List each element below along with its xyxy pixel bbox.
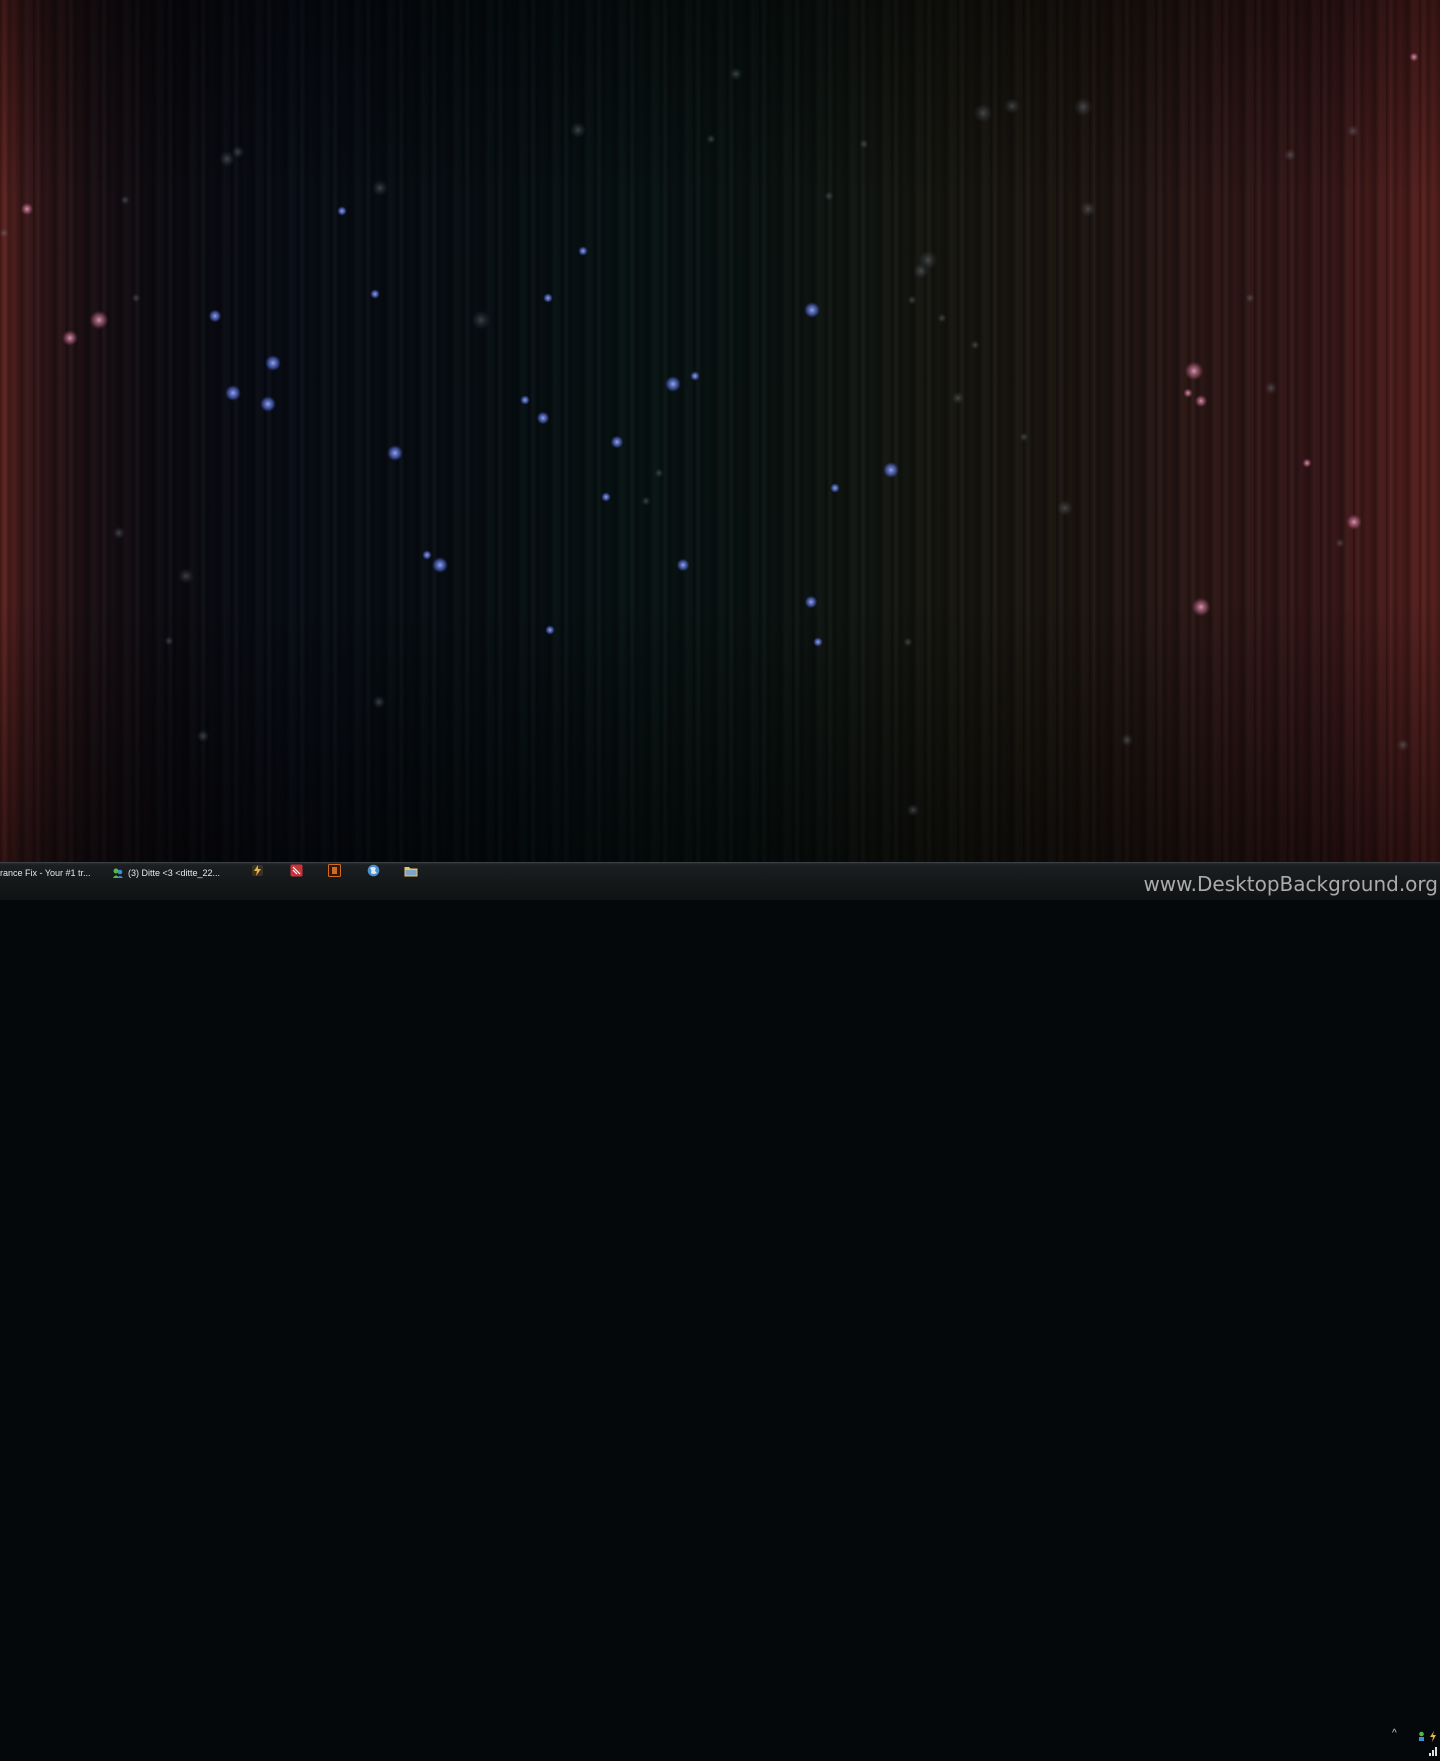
bokeh-dot [804,302,820,318]
bokeh-dot [112,526,126,540]
bokeh-dot [225,385,241,401]
pinned-globe-app[interactable] [365,864,381,882]
bokeh-dot [830,483,840,493]
watermark-text: www.DesktopBackground.org [1143,872,1438,896]
bokeh-dot [1335,538,1345,548]
red-app-icon [290,864,303,882]
tray-expand-button[interactable]: ^ [1392,1728,1397,1739]
bokeh-dot [813,637,823,647]
bokeh-dot [654,468,664,478]
bokeh-dot [1396,738,1410,752]
bokeh-dot [907,295,917,305]
lightning-app-icon [251,864,264,882]
bokeh-dot [337,206,347,216]
bokeh-dot [432,557,448,573]
taskbar-window-label: (3) Ditte <3 <ditte_22... [128,868,221,878]
bokeh-dot [970,340,980,350]
bokeh-dot [89,310,109,330]
bokeh-dot [545,625,555,635]
taskbar-window-label: rance Fix - Your #1 tr... [0,868,91,878]
bokeh-dot [196,729,210,743]
bokeh-dot [471,310,491,330]
bokeh-dot [1264,381,1278,395]
bokeh-dot [690,371,700,381]
bokeh-dot [1346,124,1360,138]
bokeh-dot [1245,293,1255,303]
bokeh-dot [951,391,965,405]
system-tray: ^ [1388,1727,1440,1757]
bokeh-dot [973,103,993,123]
bokeh-dot [372,695,386,709]
bokeh-dot [824,191,834,201]
bokeh-dot [903,637,913,647]
bokeh-dot [1302,458,1312,468]
bokeh-dot [543,293,553,303]
bokeh-dot [578,246,588,256]
bokeh-dot [20,202,34,216]
bokeh-dot [913,263,929,279]
bokeh-dot [1120,733,1134,747]
pinned-folder-app[interactable] [403,865,419,881]
bokeh-dot [370,289,380,299]
taskbar-window-messenger[interactable]: (3) Ditte <3 <ditte_22... [112,864,238,882]
bokeh-dot [0,228,9,238]
bokeh-dot [1409,52,1419,62]
bokeh-dot [372,180,388,196]
bokeh-dot [937,313,947,323]
bokeh-dot [265,355,281,371]
bokeh-dot [665,376,681,392]
bokeh-dot [1194,394,1208,408]
bokeh-dot [676,558,690,572]
bokeh-dot [131,293,141,303]
bokeh-dot [570,122,586,138]
bokeh-dot [804,595,818,609]
bokeh-dot [178,568,194,584]
bokeh-dot [641,496,651,506]
pinned-orange-app[interactable] [326,864,342,882]
bokeh-dot [706,134,716,144]
bokeh-dot [120,195,130,205]
network-icon[interactable] [1416,1729,1427,1747]
bokeh-dot [260,396,276,412]
bokeh-dot [422,550,432,560]
folder-icon [404,864,418,882]
signal-icon[interactable] [1428,1743,1438,1761]
bokeh-dot [387,445,403,461]
taskbar-window-browser[interactable]: rance Fix - Your #1 tr... [0,864,104,882]
globe-icon [367,864,380,882]
messenger-icon [112,867,124,879]
orange-app-icon [327,864,341,882]
wallpaper-bokeh [0,52,1419,817]
desktop-wallpaper [0,0,1440,862]
bokeh-dot [536,411,550,425]
bokeh-dot [610,435,624,449]
bokeh-dot [1080,201,1096,217]
bokeh-dot [1283,148,1297,162]
bokeh-dot [231,145,245,159]
bokeh-dot [729,67,743,81]
bokeh-dot [164,636,174,646]
bokeh-dot [1057,500,1073,516]
bokeh-dot [859,139,869,149]
bokeh-dot [1019,432,1029,442]
bokeh-dot [1184,361,1204,381]
bokeh-dot [1191,597,1211,617]
bokeh-dot [906,803,920,817]
bokeh-dot [1183,388,1193,398]
pinned-lightning-app[interactable] [249,865,265,881]
bokeh-dot [1073,97,1093,117]
bokeh-dot [1346,514,1362,530]
bokeh-dot [1004,98,1020,114]
bokeh-dot [62,330,78,346]
bokeh-dot [601,492,611,502]
bokeh-dot [520,395,530,405]
pinned-red-app[interactable] [288,864,304,882]
bokeh-dot [883,462,899,478]
bokeh-dot [208,309,222,323]
